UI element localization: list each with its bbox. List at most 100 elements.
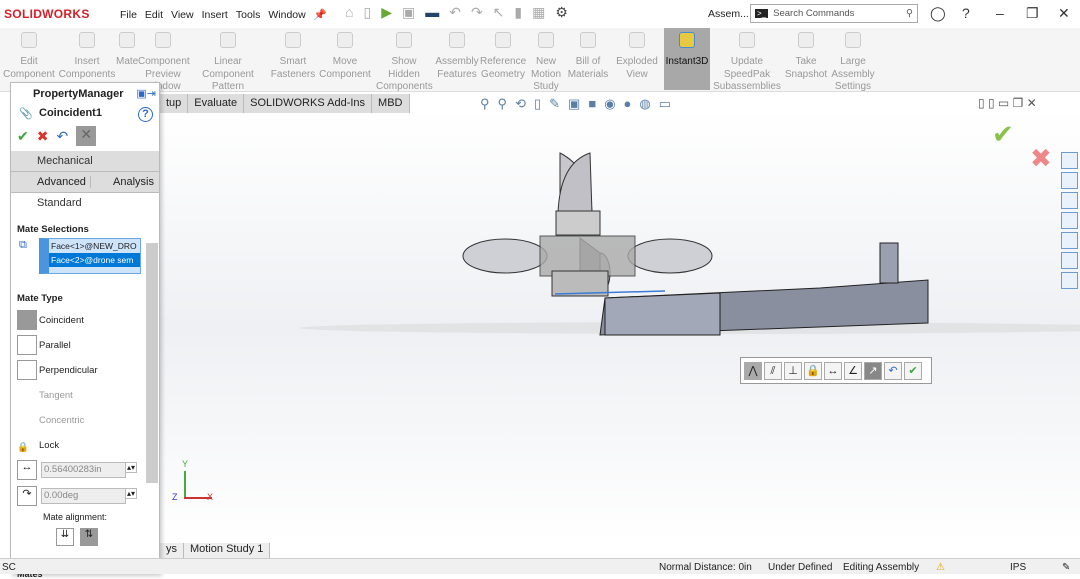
mate-type-header[interactable]: Mate Type — [11, 293, 159, 304]
maximize-icon[interactable]: ❐ — [1026, 5, 1039, 22]
solidworks-forum-icon[interactable] — [1061, 272, 1078, 289]
distance-field[interactable]: 0.56400283in — [41, 462, 126, 478]
view-orientation-icon[interactable]: ▣ — [568, 96, 580, 112]
viewport-window-controls[interactable]: ▯ ▯ ▭ ❐ ✕ — [978, 96, 1037, 110]
custom-properties-icon[interactable] — [1061, 252, 1078, 269]
cancel-x-icon[interactable]: ✖ — [37, 128, 49, 145]
hide-show-icon[interactable]: ◉ — [604, 96, 615, 112]
zoom-area-icon[interactable]: ⚲ — [498, 96, 508, 112]
angle-mate-button[interactable]: ∠ — [844, 361, 862, 380]
ribbon-button-assembly-features[interactable]: Assembly Features — [434, 28, 480, 90]
file-properties-icon[interactable]: ▦ — [532, 4, 545, 21]
minimize-icon[interactable]: – — [996, 5, 1004, 21]
ribbon-button-show-hidden-components[interactable]: Show Hidden Components — [376, 28, 433, 92]
ribbon-button-move-component[interactable]: Move Component — [318, 28, 372, 90]
appearance-icon[interactable]: ● — [624, 96, 632, 112]
graphics-area[interactable]: ⚲ ⚲ ⟲ ▯ ✎ ▣ ■ ◉ ● ◍ ▭ ▯ ▯ ▭ ❐ ✕ ✔ ✖ Y X Z — [160, 96, 1080, 543]
ribbon-button-new-motion-study[interactable]: New Motion Study — [526, 28, 566, 92]
user-icon[interactable]: ◯ — [930, 5, 946, 22]
save-icon[interactable]: ▣ — [402, 4, 415, 21]
angle-spinner[interactable]: ▴▾ — [125, 488, 137, 499]
pm-pin-icon[interactable]: ▣⇥ — [136, 87, 156, 100]
help-icon[interactable]: ? — [138, 106, 153, 122]
home-tab-icon[interactable] — [1061, 152, 1078, 169]
menu-view[interactable]: View — [171, 9, 194, 21]
mate-type-coincident[interactable]: Coincident — [11, 308, 159, 333]
distance-mate-button[interactable]: ↔ — [824, 361, 842, 380]
ribbon-button-smart-fasteners[interactable]: Smart Fasteners — [268, 28, 318, 90]
select-icon[interactable]: ↖ — [493, 4, 505, 21]
view-settings-icon[interactable]: ▭ — [659, 96, 671, 112]
rebuild-icon[interactable]: ▮ — [514, 4, 522, 21]
zoom-to-fit-icon[interactable]: ⚲ — [480, 96, 490, 112]
ribbon-button-large-assembly-settings[interactable]: Large Assembly Settings — [828, 28, 878, 92]
menu-tools[interactable]: Tools — [236, 9, 261, 21]
ribbon-button-insert-components[interactable]: Insert Components — [58, 28, 116, 90]
tab-analysis[interactable]: Analysis — [91, 176, 154, 188]
tab-motion-study-1[interactable]: Motion Study 1 — [184, 543, 271, 558]
close-icon[interactable]: ✕ — [1058, 5, 1070, 22]
menu-insert[interactable]: Insert — [202, 9, 228, 21]
options-gear-icon[interactable]: ⚙ — [555, 4, 568, 21]
dynamic-annotation-icon[interactable]: ✎ — [549, 96, 560, 112]
mate-type-lock[interactable]: 🔒 Lock — [11, 433, 159, 458]
previous-view-icon[interactable]: ⟲ — [515, 96, 526, 112]
search-icon[interactable]: ⚲ — [906, 8, 913, 19]
display-style-icon[interactable]: ■ — [588, 96, 596, 112]
search-commands-input[interactable]: >_ Search Commands ⚲ — [750, 4, 918, 23]
new-icon[interactable]: ▯ — [363, 4, 371, 21]
rebuild-warning-icon[interactable]: ⚠ — [936, 562, 945, 573]
selection-item[interactable]: Face<1>@NEW_DRO — [49, 239, 140, 253]
undo-icon[interactable]: ↶ — [449, 4, 461, 21]
tab-mechanical[interactable]: Mechanical — [11, 151, 159, 172]
customize-status-icon[interactable]: ✎ — [1062, 562, 1070, 573]
tab-mbd[interactable]: MBD — [372, 94, 410, 113]
anti-aligned-button[interactable]: ⇅ — [80, 528, 98, 546]
menu-file[interactable]: File — [120, 9, 137, 21]
ribbon-button-linear-component-pattern[interactable]: Linear Component Pattern — [188, 28, 268, 92]
ok-button[interactable]: ✔ — [904, 361, 922, 380]
appearances-icon[interactable] — [1061, 232, 1078, 249]
undo-icon[interactable]: ↶ — [56, 128, 68, 145]
parallel-mate-button[interactable]: ⫽ — [764, 361, 782, 380]
coincident-mate-button[interactable]: ⋀ — [744, 361, 762, 380]
file-explorer-icon[interactable] — [1061, 192, 1078, 209]
ribbon-button-take-snapshot[interactable]: Take Snapshot — [784, 28, 828, 90]
ribbon-button-bill-of-materials[interactable]: Bill of Materials — [566, 28, 610, 90]
menu-edit[interactable]: Edit — [145, 9, 163, 21]
unit-system[interactable]: IPS — [1010, 562, 1026, 573]
ribbon-button-reference-geometry[interactable]: Reference Geometry — [480, 28, 526, 90]
tab-evaluate[interactable]: Evaluate — [188, 94, 245, 113]
home-icon[interactable]: ⌂ — [345, 4, 353, 21]
tab-advanced[interactable]: Advanced — [11, 176, 91, 188]
section-view-icon[interactable]: ▯ — [534, 96, 541, 112]
design-library-icon[interactable] — [1061, 172, 1078, 189]
mate-selections-list[interactable]: Face<1>@NEW_DRO Face<2>@drone sem — [39, 238, 141, 274]
tab-addins[interactable]: SOLIDWORKS Add-Ins — [244, 94, 373, 113]
tab-model-views[interactable]: ys — [160, 543, 184, 558]
mate-type-perpendicular[interactable]: Perpendicular — [11, 358, 159, 383]
distance-spinner[interactable]: ▴▾ — [125, 462, 137, 473]
print-icon[interactable]: ▬ — [425, 4, 439, 21]
mate-type-parallel[interactable]: Parallel — [11, 333, 159, 358]
ok-check-icon[interactable]: ✔ — [17, 128, 29, 145]
open-icon[interactable]: ▶ — [381, 4, 392, 21]
help-icon[interactable]: ? — [962, 5, 970, 21]
selection-item-selected[interactable]: Face<2>@drone sem — [49, 253, 140, 267]
ribbon-button-mate[interactable]: Mate — [116, 28, 138, 90]
view-palette-icon[interactable] — [1061, 212, 1078, 229]
lock-mate-button[interactable]: 🔒 — [804, 361, 822, 380]
redo-icon[interactable]: ↷ — [471, 4, 483, 21]
pin-icon[interactable]: 📌 — [314, 9, 327, 21]
mate-selections-header[interactable]: Mate Selections — [11, 224, 159, 235]
ribbon-button-exploded-view[interactable]: Exploded View — [612, 28, 662, 90]
perpendicular-mate-button[interactable]: ⊥ — [784, 361, 802, 380]
ribbon-button-edit-component[interactable]: Edit Component — [0, 28, 58, 90]
ribbon-button-component-preview-window[interactable]: Component Preview Window — [138, 28, 190, 92]
aligned-button[interactable]: ⇊ — [56, 528, 74, 546]
ribbon-button-update-speedpak-subassemblies[interactable]: Update SpeedPak Subassemblies — [712, 28, 782, 92]
tab-setup[interactable]: tup — [160, 94, 189, 113]
menu-window[interactable]: Window — [268, 9, 305, 21]
flip-alignment-button[interactable]: ↶ — [884, 361, 902, 380]
scene-icon[interactable]: ◍ — [639, 96, 650, 112]
